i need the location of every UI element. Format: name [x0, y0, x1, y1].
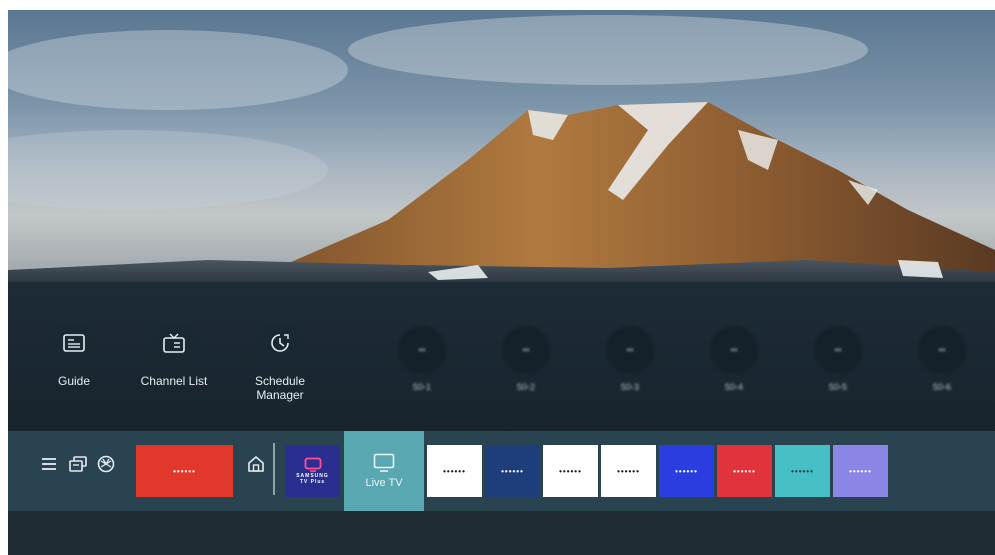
tv-screen: Guide Channel List Schedule Manager ▪▪ 5… — [8, 10, 995, 555]
featured-tile[interactable]: •••••• — [136, 445, 233, 497]
app-tile[interactable]: •••••• — [427, 445, 482, 497]
channel-list-button[interactable]: Channel List — [119, 322, 229, 388]
app-tile[interactable]: •••••• — [601, 445, 656, 497]
channel-logo: ▪▪ — [606, 326, 654, 374]
smart-hub-bar: •••••• SAMSUNG TV Plus Live TV •••••• ••… — [8, 431, 995, 511]
app-tile-label: •••••• — [559, 466, 582, 476]
source-icon[interactable] — [67, 453, 89, 475]
channel-logo: ▪▪ — [710, 326, 758, 374]
app-tile[interactable]: •••••• — [833, 445, 888, 497]
guide-icon — [53, 322, 95, 364]
app-tile[interactable]: •••••• — [717, 445, 772, 497]
guide-label: Guide — [57, 374, 91, 388]
app-tile-label: •••••• — [501, 466, 524, 476]
channel-number: 50-1 — [412, 382, 431, 392]
tv-icon — [373, 453, 395, 472]
live-tv-label: Live TV — [365, 477, 403, 489]
app-tile[interactable]: •••••• — [775, 445, 830, 497]
channel-logo: ▪▪ — [814, 326, 862, 374]
channel-number: 50-4 — [724, 382, 743, 392]
channel-item[interactable]: ▪▪ 50-4 — [704, 326, 764, 392]
app-tile-label: •••••• — [733, 466, 756, 476]
clock-icon — [259, 322, 301, 364]
app-tile-label: •••••• — [443, 466, 466, 476]
bar-shadow — [8, 511, 995, 555]
channel-item[interactable]: ▪▪ 50-2 — [496, 326, 556, 392]
app-tile-label: •••••• — [849, 466, 872, 476]
channel-number: 50-2 — [516, 382, 535, 392]
app-tile-label: •••••• — [617, 466, 640, 476]
channel-number: 50-3 — [620, 382, 639, 392]
samsung-tv-plus-tile[interactable]: SAMSUNG TV Plus — [285, 445, 340, 497]
app-tile[interactable]: •••••• — [543, 445, 598, 497]
channel-logo: ▪▪ — [398, 326, 446, 374]
tv-plus-icon — [304, 457, 321, 472]
app-tile-label: •••••• — [791, 466, 814, 476]
background-image — [8, 10, 995, 285]
channel-item[interactable]: ▪▪ 50-1 — [392, 326, 452, 392]
tv-plus-name: TV Plus — [299, 479, 326, 485]
home-icon[interactable] — [245, 453, 267, 475]
schedule-manager-label: Schedule Manager — [254, 374, 306, 402]
channel-logo: ▪▪ — [918, 326, 966, 374]
live-tv-tile[interactable]: Live TV — [344, 431, 424, 511]
app-tile-label: •••••• — [675, 466, 698, 476]
schedule-manager-button[interactable]: Schedule Manager — [225, 322, 335, 402]
channel-item[interactable]: ▪▪ 50-3 — [600, 326, 660, 392]
channel-number: 50-5 — [828, 382, 847, 392]
guide-button[interactable]: Guide — [19, 322, 129, 388]
channel-item[interactable]: ▪▪ 50-5 — [808, 326, 868, 392]
divider — [273, 443, 275, 495]
featured-tile-label: •••••• — [173, 466, 196, 476]
app-tile[interactable]: •••••• — [659, 445, 714, 497]
overlay-panel: Guide Channel List Schedule Manager ▪▪ 5… — [8, 282, 995, 432]
channel-number: 50-6 — [932, 382, 951, 392]
menu-icon[interactable] — [38, 453, 60, 475]
channel-logo: ▪▪ — [502, 326, 550, 374]
channel-item[interactable]: ▪▪ 50-6 — [912, 326, 972, 392]
app-tile[interactable]: •••••• — [485, 445, 540, 497]
channel-list-label: Channel List — [140, 374, 208, 388]
channel-list-icon — [153, 322, 195, 364]
ambient-icon[interactable] — [95, 453, 117, 475]
